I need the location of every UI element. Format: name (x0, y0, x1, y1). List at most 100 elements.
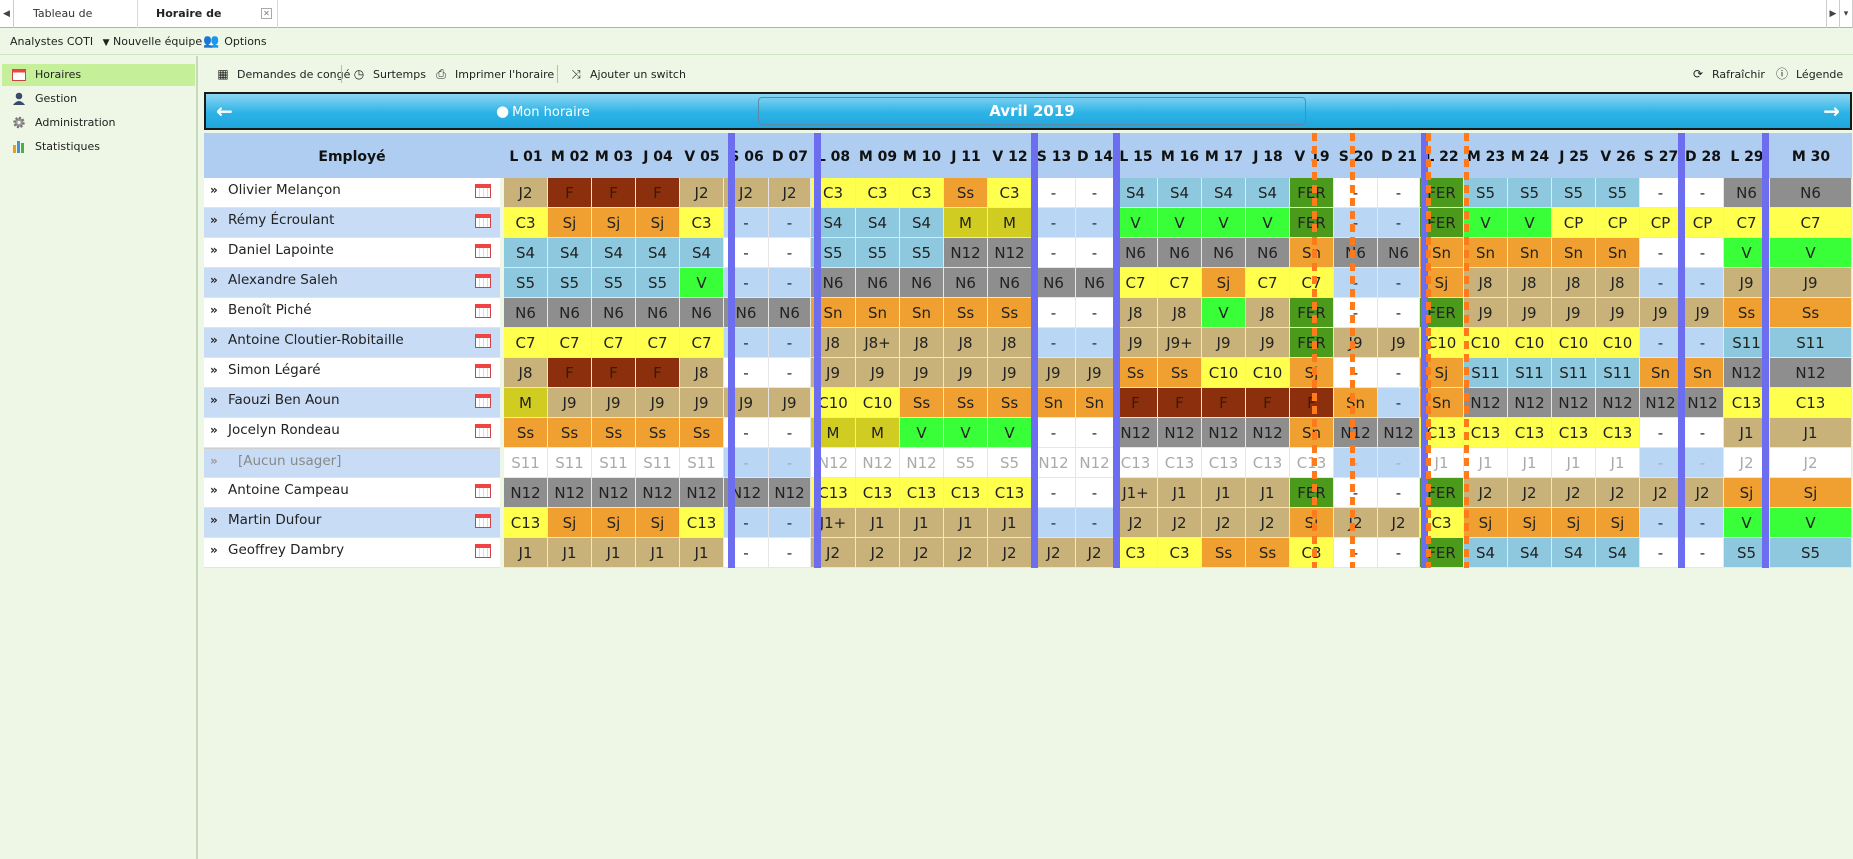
shift-cell[interactable]: - (1334, 478, 1378, 508)
expand-chevron-icon[interactable]: » (210, 449, 218, 473)
shift-cell[interactable]: N6 (1378, 238, 1420, 268)
shift-cell[interactable]: C13 (1464, 418, 1508, 448)
shift-cell[interactable]: J2 (504, 178, 548, 208)
shift-cell[interactable]: - (769, 418, 811, 448)
shift-cell[interactable]: - (1640, 418, 1682, 448)
shift-cell[interactable]: F (592, 178, 636, 208)
shift-cell[interactable]: C13 (900, 478, 944, 508)
shift-cell[interactable]: C13 (680, 508, 724, 538)
calendar-icon[interactable] (475, 424, 491, 438)
shift-cell[interactable]: N6 (1246, 238, 1290, 268)
shift-cell[interactable]: S4 (504, 238, 548, 268)
shift-cell[interactable]: S11 (1552, 358, 1596, 388)
shift-cell[interactable]: - (1378, 268, 1420, 298)
shift-cell[interactable]: J9 (988, 358, 1032, 388)
shift-cell[interactable]: Ss (592, 418, 636, 448)
shift-cell[interactable]: N12 (680, 478, 724, 508)
shift-cell[interactable]: - (1032, 298, 1076, 328)
shift-cell[interactable]: S5 (944, 448, 988, 478)
shift-cell[interactable]: J2 (1378, 508, 1420, 538)
shift-cell[interactable]: S5 (504, 268, 548, 298)
shift-cell[interactable]: - (1334, 298, 1378, 328)
shift-cell[interactable]: C3 (680, 208, 724, 238)
shift-cell[interactable]: Sj (1770, 478, 1852, 508)
sidebar-item-gestion[interactable]: Gestion (2, 88, 195, 110)
shift-cell[interactable]: J1 (1508, 448, 1552, 478)
employee-row-label[interactable]: » Martin Dufour (204, 508, 500, 538)
next-month-arrow-icon[interactable]: → (1823, 94, 1840, 128)
shift-cell[interactable]: N6 (1334, 238, 1378, 268)
shift-cell[interactable]: J8+ (856, 328, 900, 358)
shift-cell[interactable]: C7 (548, 328, 592, 358)
shift-cell[interactable]: N12 (1552, 388, 1596, 418)
shift-cell[interactable]: J8 (1246, 298, 1290, 328)
calendar-icon[interactable] (475, 304, 491, 318)
shift-cell[interactable]: Ss (944, 298, 988, 328)
shift-cell[interactable]: J9 (548, 388, 592, 418)
shift-cell[interactable]: Ss (900, 388, 944, 418)
shift-cell[interactable]: Sn (1334, 388, 1378, 418)
shift-cell[interactable]: CP (1596, 208, 1640, 238)
shift-cell[interactable]: C10 (1202, 358, 1246, 388)
shift-cell[interactable]: Sj (1464, 508, 1508, 538)
shift-cell[interactable]: J1 (548, 538, 592, 568)
shift-cell[interactable]: N6 (1032, 268, 1076, 298)
shift-cell[interactable]: - (1682, 448, 1724, 478)
shift-cell[interactable]: V (900, 418, 944, 448)
expand-chevron-icon[interactable]: » (210, 238, 218, 262)
shift-cell[interactable]: Sn (900, 298, 944, 328)
expand-chevron-icon[interactable]: » (210, 208, 218, 232)
shift-cell[interactable]: J2 (1640, 478, 1682, 508)
shift-cell[interactable]: N6 (548, 298, 592, 328)
shift-cell[interactable]: N12 (1114, 418, 1158, 448)
shift-cell[interactable]: J9 (1076, 358, 1114, 388)
shift-cell[interactable]: C7 (504, 328, 548, 358)
shift-cell[interactable]: - (1682, 538, 1724, 568)
employee-row-label[interactable]: » Alexandre Saleh (204, 268, 500, 298)
shift-cell[interactable]: - (1076, 508, 1114, 538)
shift-cell[interactable]: J8 (988, 328, 1032, 358)
shift-cell[interactable]: - (1682, 268, 1724, 298)
employee-row-label[interactable]: » Jocelyn Rondeau (204, 418, 500, 448)
shift-cell[interactable]: Ss (1246, 538, 1290, 568)
shift-cell[interactable]: J2 (1334, 508, 1378, 538)
shift-cell[interactable]: C13 (1770, 388, 1852, 418)
shift-cell[interactable]: C13 (1552, 418, 1596, 448)
shift-cell[interactable]: C13 (1158, 448, 1202, 478)
shift-cell[interactable]: - (1032, 178, 1076, 208)
shift-cell[interactable]: - (1076, 238, 1114, 268)
shift-cell[interactable]: V (1246, 208, 1290, 238)
shift-cell[interactable]: S4 (1552, 538, 1596, 568)
expand-chevron-icon[interactable]: » (210, 508, 218, 532)
legend-button[interactable]: ⓘ Légende (1775, 56, 1843, 92)
shift-cell[interactable]: Sj (1202, 268, 1246, 298)
shift-cell[interactable]: N12 (988, 238, 1032, 268)
shift-cell[interactable]: J9 (1032, 358, 1076, 388)
shift-cell[interactable]: J2 (1246, 508, 1290, 538)
calendar-icon[interactable] (475, 514, 491, 528)
shift-cell[interactable]: N12 (1464, 388, 1508, 418)
expand-chevron-icon[interactable]: » (210, 298, 218, 322)
team-selector[interactable]: Analystes COTI ▼ (10, 29, 110, 55)
shift-cell[interactable]: N6 (504, 298, 548, 328)
shift-cell[interactable]: N12 (1770, 358, 1852, 388)
shift-cell[interactable]: Ss (944, 388, 988, 418)
shift-cell[interactable]: V (988, 418, 1032, 448)
shift-cell[interactable]: - (1334, 268, 1378, 298)
shift-cell[interactable]: - (1378, 448, 1420, 478)
shift-cell[interactable]: J2 (856, 538, 900, 568)
shift-cell[interactable]: J8 (944, 328, 988, 358)
shift-cell[interactable]: C7 (1770, 208, 1852, 238)
shift-cell[interactable]: M (856, 418, 900, 448)
shift-cell[interactable]: Sj (1508, 508, 1552, 538)
shift-cell[interactable]: Sn (1552, 238, 1596, 268)
tab-scroll-right-icon[interactable]: ▶ (1826, 0, 1840, 28)
shift-cell[interactable]: J2 (1682, 478, 1724, 508)
previous-month-arrow-icon[interactable]: ← (216, 94, 233, 128)
shift-cell[interactable]: M (988, 208, 1032, 238)
shift-cell[interactable]: S11 (680, 448, 724, 478)
shift-cell[interactable]: J9 (900, 358, 944, 388)
shift-cell[interactable]: - (1640, 178, 1682, 208)
shift-cell[interactable]: C13 (856, 478, 900, 508)
shift-cell[interactable]: N12 (900, 448, 944, 478)
